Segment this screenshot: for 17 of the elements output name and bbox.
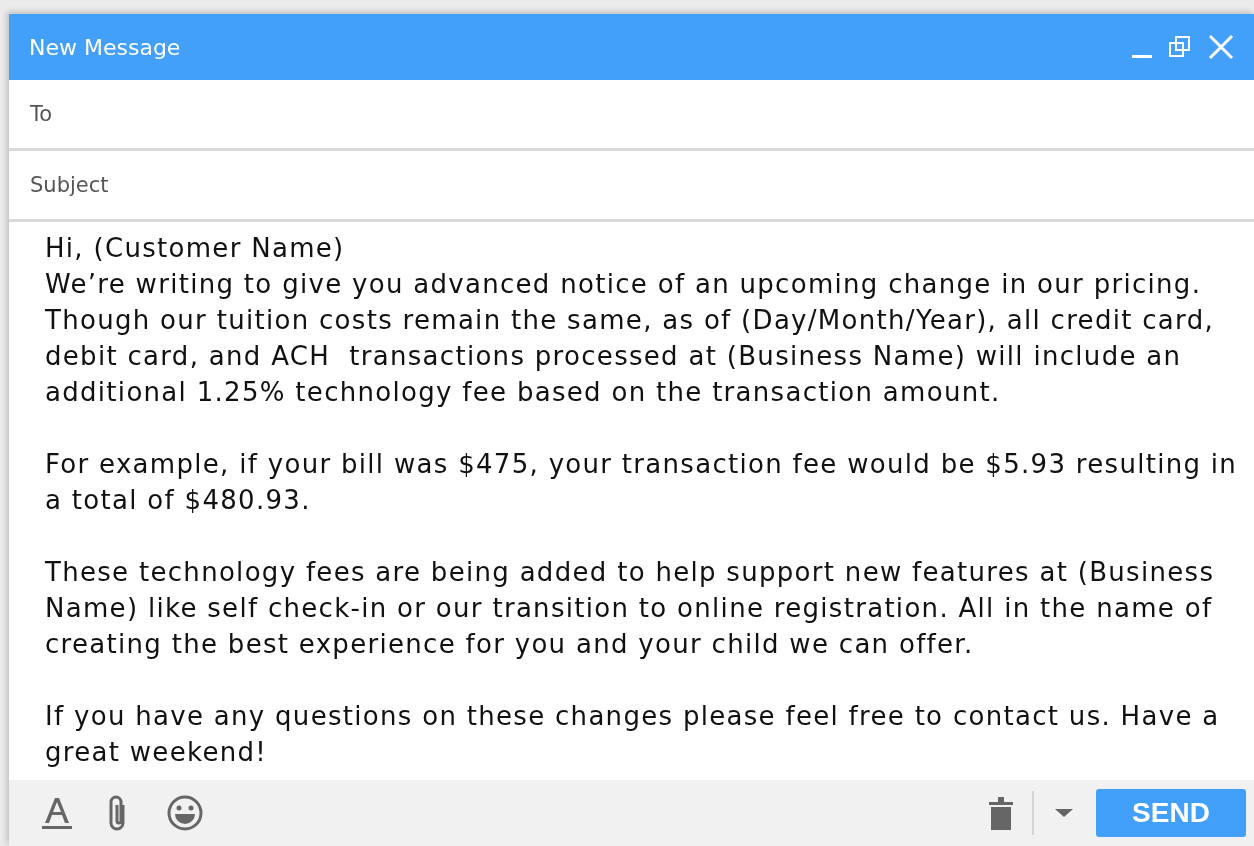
caret-icon[interactable] [1054,807,1074,819]
field-label: Subject [30,173,109,197]
field-label: To [30,102,53,126]
input-field[interactable]: Subject [9,151,1254,222]
window-title: New Message [29,34,182,60]
input-field[interactable]: To [9,80,1254,151]
restore-button[interactable] [1168,35,1192,59]
message-paragraph: For example, if your bill was $475, your transaction fee would be $5.93 resulting in a total of $480.93. [45,448,1239,517]
close-button[interactable] [1208,34,1234,60]
smiley-icon[interactable] [167,795,203,831]
minimize-icon [1132,54,1152,58]
message-paragraph: These technology fees are being added to help support new features at (Business Name) like self check-in or our transition to online registration. All in the name of creating the best experience for you and your child we can offer. [45,556,1216,661]
greeting-text: Hi, (Customer Name) [45,232,346,265]
text-format-icon[interactable] [41,796,73,830]
message-paragraph: If you have any questions on these changes please feel free to contact us. Have a great weekend! [45,700,1221,769]
message-paragraph: We’re writing to give you advanced notice of an upcoming change in our pricing. Though our tuition costs remain the same, as of (Day/Month/Year), all credit card, debit card, and ACH transactions processed at (Business Name) will include an additional 1.25% technology fee based on the transaction amount. [45,268,1215,409]
trash-icon[interactable] [988,794,1014,832]
